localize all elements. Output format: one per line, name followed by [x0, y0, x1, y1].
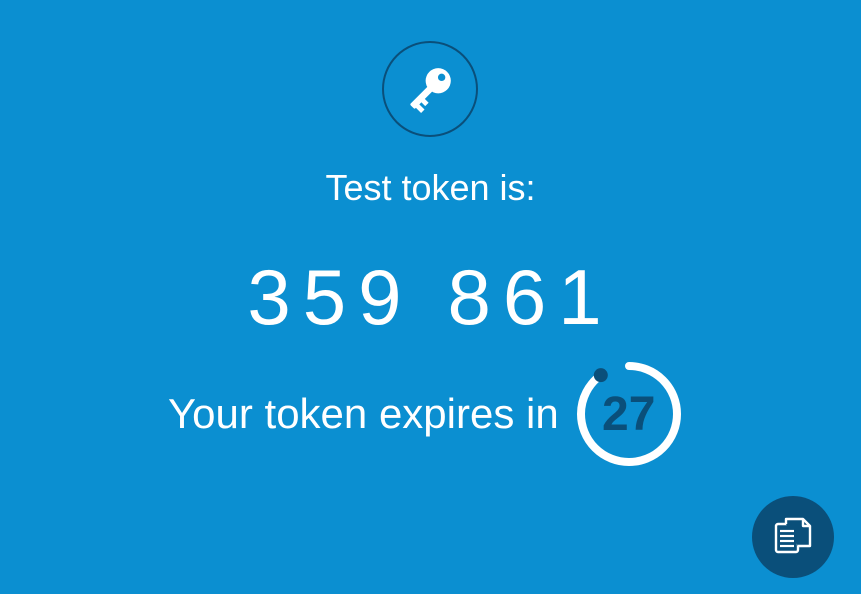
key-badge [382, 41, 478, 137]
token-label: Test token is: [325, 167, 536, 208]
copy-icon [774, 517, 812, 554]
expiry-text: Your token expires in [168, 390, 559, 437]
copy-token-button[interactable] [752, 496, 834, 578]
token-part-1: 359 [247, 253, 414, 341]
key-icon [410, 68, 451, 113]
token-part-2: 861 [447, 253, 614, 341]
countdown-seconds: 27 [602, 387, 656, 441]
expiry-row: Your token expires in 27 [168, 360, 683, 468]
token-value: 359 861 [0, 252, 861, 342]
countdown-timer: 27 [575, 360, 683, 468]
